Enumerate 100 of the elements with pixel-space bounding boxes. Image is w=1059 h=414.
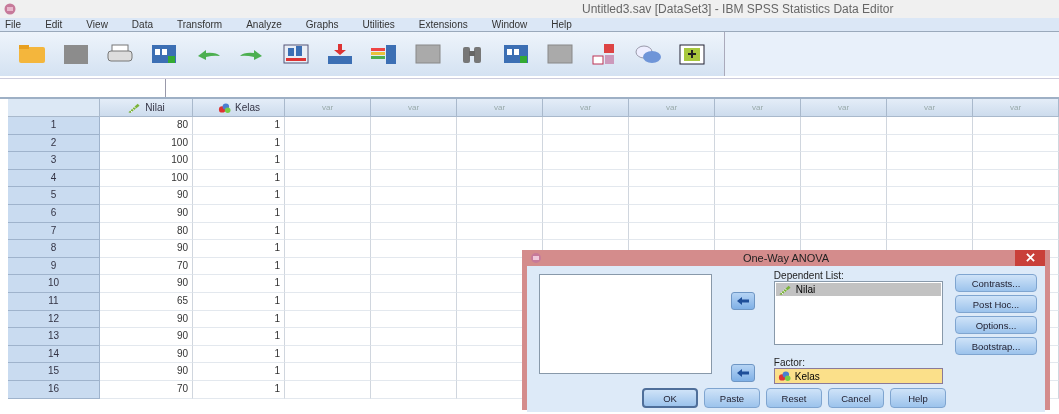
empty-cell[interactable]	[543, 134, 629, 153]
column-header[interactable]: Nilai	[145, 102, 165, 113]
table-cell[interactable]: 70	[100, 380, 193, 399]
empty-cell[interactable]	[285, 275, 371, 293]
menu-item[interactable]: Edit	[45, 19, 63, 30]
empty-cell[interactable]	[371, 310, 457, 329]
table-cell[interactable]: 1	[193, 310, 285, 329]
table-cell[interactable]: 1	[193, 328, 285, 346]
empty-cell[interactable]	[801, 169, 887, 188]
empty-cell[interactable]	[285, 169, 371, 188]
list-item[interactable]: Nilai	[775, 283, 941, 296]
empty-cell[interactable]	[371, 152, 457, 170]
table-cell[interactable]: 65	[100, 292, 193, 311]
menu-item[interactable]: Analyze	[246, 19, 282, 30]
column-header[interactable]: Kelas	[235, 102, 260, 113]
table-cell[interactable]: 90	[100, 240, 193, 258]
dialog-button[interactable]: Contrasts...	[955, 274, 1037, 292]
empty-cell[interactable]	[629, 152, 715, 170]
table-cell[interactable]: 100	[100, 152, 193, 170]
empty-cell[interactable]	[973, 117, 1059, 135]
table-cell[interactable]: 90	[100, 310, 193, 329]
empty-cell[interactable]	[973, 204, 1059, 223]
folder-icon[interactable]	[16, 42, 48, 66]
empty-cell[interactable]	[371, 240, 457, 258]
empty-cell[interactable]	[371, 257, 457, 276]
table-cell[interactable]: 1	[193, 275, 285, 293]
close-button[interactable]	[1015, 250, 1045, 266]
table-cell[interactable]: 1	[193, 169, 285, 188]
empty-cell[interactable]	[629, 169, 715, 188]
empty-cell[interactable]	[371, 292, 457, 311]
empty-cell[interactable]	[715, 117, 801, 135]
table-cell[interactable]: 1	[193, 345, 285, 364]
menu-item[interactable]: Transform	[177, 19, 223, 30]
empty-cell[interactable]	[543, 117, 629, 135]
menu-item[interactable]: Data	[131, 19, 153, 30]
table-cell[interactable]: 90	[100, 187, 193, 205]
empty-cell[interactable]	[973, 169, 1059, 188]
menu-item[interactable]: Extensions	[418, 19, 468, 30]
row-number[interactable]: 8	[8, 240, 100, 258]
table-cell[interactable]: 1	[193, 222, 285, 241]
empty-cell[interactable]	[887, 134, 973, 153]
empty-cell[interactable]	[801, 152, 887, 170]
empty-cell[interactable]	[887, 222, 973, 241]
empty-cell[interactable]	[457, 169, 543, 188]
empty-cell[interactable]	[629, 222, 715, 241]
variable-list[interactable]	[539, 274, 713, 374]
empty-cell[interactable]	[457, 204, 543, 223]
empty-cell[interactable]	[371, 187, 457, 205]
empty-cell[interactable]	[285, 240, 371, 258]
empty-cell[interactable]	[715, 187, 801, 205]
add-icon[interactable]	[676, 42, 708, 66]
empty-cell[interactable]	[715, 152, 801, 170]
empty-cell[interactable]	[285, 257, 371, 276]
empty-cell[interactable]	[371, 169, 457, 188]
table-cell[interactable]: 1	[193, 134, 285, 153]
chart-icon[interactable]	[280, 42, 312, 66]
empty-cell[interactable]	[887, 187, 973, 205]
table-cell[interactable]: 70	[100, 257, 193, 276]
empty-cell[interactable]	[285, 204, 371, 223]
menu-item[interactable]: Utilities	[362, 19, 395, 30]
empty-cell[interactable]	[887, 117, 973, 135]
row-number[interactable]: 5	[8, 187, 100, 205]
table-cell[interactable]: 90	[100, 275, 193, 293]
empty-cell[interactable]	[715, 204, 801, 223]
empty-cell[interactable]	[801, 117, 887, 135]
empty-cell[interactable]	[715, 134, 801, 153]
table-cell[interactable]: 1	[193, 380, 285, 399]
table-cell[interactable]: 80	[100, 222, 193, 241]
corner-cell[interactable]	[8, 99, 100, 117]
empty-cell[interactable]	[285, 345, 371, 364]
move-button[interactable]	[731, 292, 755, 310]
row-number[interactable]: 3	[8, 152, 100, 170]
menu-item[interactable]: File	[5, 19, 22, 30]
table-icon[interactable]	[412, 42, 444, 66]
empty-cell[interactable]	[457, 222, 543, 241]
dialog-button[interactable]: Bootstrap...	[955, 337, 1037, 355]
dialog-button[interactable]: Paste	[704, 388, 760, 408]
empty-cell[interactable]	[887, 204, 973, 223]
empty-cell[interactable]	[887, 152, 973, 170]
table-cell[interactable]: 80	[100, 117, 193, 135]
table-cell[interactable]: 1	[193, 204, 285, 223]
table-cell[interactable]: 1	[193, 292, 285, 311]
row-number[interactable]: 1	[8, 117, 100, 135]
empty-cell[interactable]	[801, 187, 887, 205]
table-cell[interactable]: 90	[100, 204, 193, 223]
table-cell[interactable]: 90	[100, 328, 193, 346]
empty-cell[interactable]	[973, 152, 1059, 170]
empty-cell[interactable]	[715, 222, 801, 241]
empty-cell[interactable]	[285, 363, 371, 381]
row-number[interactable]: 10	[8, 275, 100, 293]
dialog-button[interactable]: Options...	[955, 316, 1037, 334]
empty-cell[interactable]	[543, 152, 629, 170]
empty-cell[interactable]	[371, 117, 457, 135]
empty-cell[interactable]	[543, 222, 629, 241]
empty-cell[interactable]	[715, 169, 801, 188]
menu-item[interactable]: Window	[491, 19, 528, 30]
factor-field[interactable]: Kelas	[773, 368, 943, 384]
empty-cell[interactable]	[371, 380, 457, 399]
empty-cell[interactable]	[371, 134, 457, 153]
empty-cell[interactable]	[457, 152, 543, 170]
